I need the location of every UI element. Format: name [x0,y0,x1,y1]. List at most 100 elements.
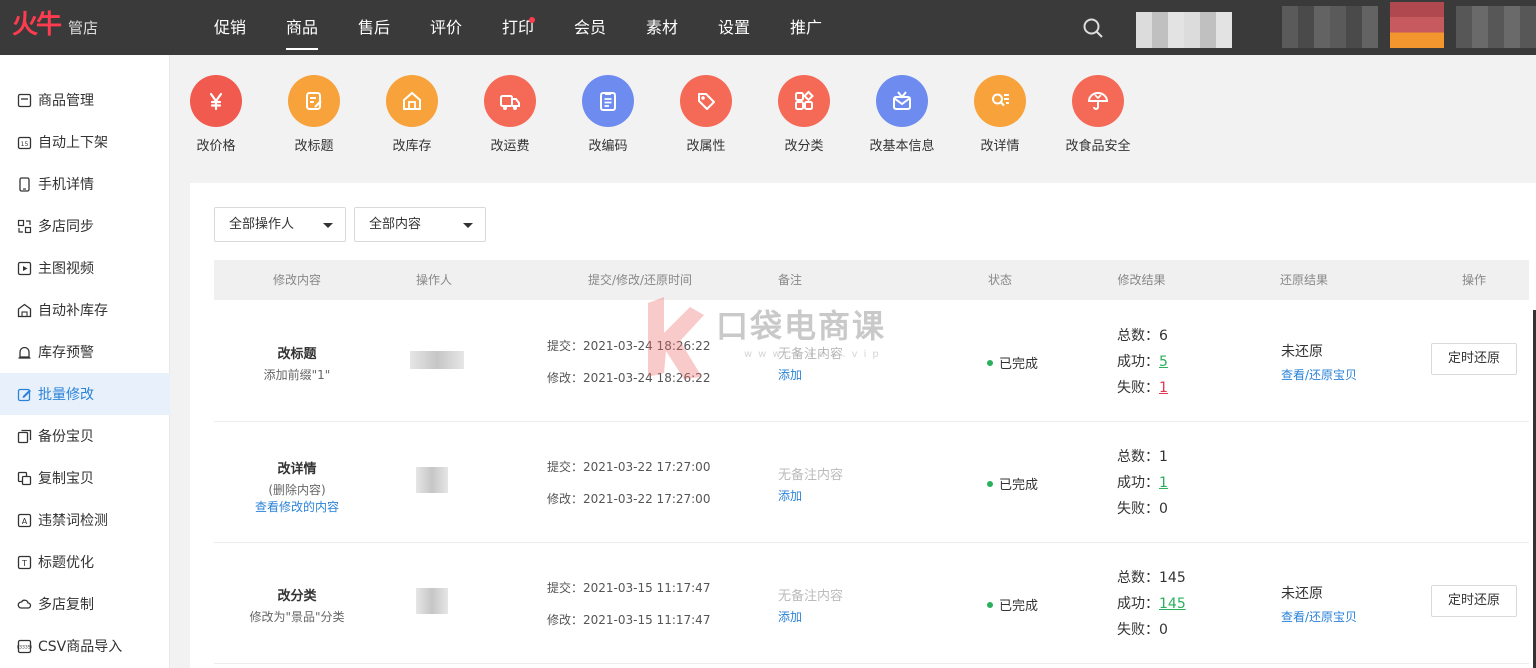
quick-action-circle [974,75,1026,127]
warehouse-icon [17,303,32,317]
total-label: 总数： [1117,449,1159,465]
view-changes-link[interactable]: 查看修改的内容 [214,498,380,515]
category-icon [795,90,814,110]
sidebar-item[interactable]: T 标题优化 [0,541,170,583]
sidebar-item-label: 多店复制 [38,597,94,613]
column-header: 状态 [987,273,1012,287]
fail-count: 0 [1159,622,1168,638]
nav-item-label: 评价 [429,18,462,37]
nav-item[interactable]: 设置 [698,0,770,55]
result-total: 总数：6 [1117,325,1168,345]
phone-icon [19,176,30,192]
sidebar-item[interactable]: 批量修改 [0,373,170,415]
quick-action-button[interactable]: 改编码 [559,75,657,154]
quick-action-label: 改标题 [294,139,334,154]
status-text: 已完成 [999,357,1039,372]
backup-icon [17,429,32,443]
success-label: 成功： [1117,475,1159,491]
modify-description: 修改为"景品"分类 [249,610,345,624]
app-logo[interactable]: 火牛 管店 [12,10,98,40]
title-icon: T [17,555,32,569]
sidebar-item[interactable]: 多店同步 [0,205,170,247]
quick-action-circle [1072,75,1124,127]
fail-label: 失败： [1117,501,1159,517]
sidebar-item-label: 违禁词检测 [38,513,108,529]
view-restore-link[interactable]: 查看/还原宝贝 [1281,366,1357,383]
main-nav: 促销 商品 售后 评价 打印 会员 素材 设置 推广 [194,0,842,55]
add-remark-link[interactable]: 添加 [778,366,802,383]
quick-action-label: 改价格 [196,139,236,154]
quick-action-button[interactable]: 改详情 [951,75,1049,154]
quick-action-button[interactable]: 改价格 [167,75,265,154]
sidebar-item-label: 自动补库存 [38,303,108,319]
quick-action-button[interactable]: 改分类 [755,75,853,154]
sidebar-item[interactable]: 商品管理 [0,79,170,121]
sidebar-item-label: 复制宝贝 [38,471,94,487]
sidebar-item-label: 标题优化 [38,555,94,571]
nav-item[interactable]: 商品 [266,0,338,55]
table-row: 改标题 添加前缀"1" 提交：2021-03-24 18:26:22 修改：2021-… [214,301,1529,422]
nav-item[interactable]: 评价 [410,0,482,55]
result-success: 成功：145 [1117,593,1186,613]
nav-item-label: 商品 [285,18,318,37]
nav-item[interactable]: 打印 [482,0,554,55]
operator-filter-select[interactable]: 全部操作人 [214,207,346,242]
modify-description: 添加前缀"1" [263,368,331,382]
sidebar-item[interactable]: 多店复制 [0,583,170,625]
table-row: 改分类 修改为"景品"分类 提交：2021-03-15 11:17:47 修改：202… [214,543,1529,664]
nav-item-label: 设置 [717,18,750,37]
svg-text:15: 15 [21,141,29,148]
column-header: 修改结果 [1117,273,1166,287]
modify-type: 改标题 [277,347,317,362]
quick-action-button[interactable]: 改基本信息 [853,75,951,154]
avatar[interactable] [1390,2,1444,48]
sidebar-item-label: 手机详情 [38,177,94,193]
quick-action-button[interactable]: 改食品安全 [1049,75,1147,154]
sidebar-item[interactable]: 库存预警 [0,331,170,373]
modify-time: 修改：2021-03-24 18:26:22 [547,371,711,385]
result-total: 总数：145 [1117,567,1186,587]
add-remark-link[interactable]: 添加 [778,608,802,625]
fail-count-link[interactable]: 1 [1159,380,1168,396]
remark-text: 无备注内容 [778,347,844,362]
top-navbar: 火牛 管店 促销 商品 售后 评价 打印 会员 素材 设置 推广 [0,0,1536,55]
quick-action-circle [876,75,928,127]
svg-text:A: A [22,517,28,526]
nav-item[interactable]: 素材 [626,0,698,55]
modify-content-cell: 改标题添加前缀"1" [214,343,380,383]
content-filter-select[interactable]: 全部内容 [354,207,486,242]
sidebar-item[interactable]: 备份宝贝 [0,415,170,457]
operator-filter-value: 全部操作人 [229,217,295,232]
sidebar-item[interactable]: 主图视频 [0,247,170,289]
success-count-link[interactable]: 5 [1159,354,1168,370]
add-remark-link[interactable]: 添加 [778,487,802,504]
umbrella-icon [1087,92,1109,110]
sidebar-item[interactable]: #333SV CSV商品导入 [0,625,170,667]
quick-action-button[interactable]: 改运费 [461,75,559,154]
search-icon[interactable] [1082,17,1104,39]
sidebar-item[interactable]: 复制宝贝 [0,457,170,499]
success-count-link[interactable]: 1 [1159,475,1168,491]
nav-item[interactable]: 售后 [338,0,410,55]
nav-item[interactable]: 促销 [194,0,266,55]
calendar-icon: 15 [17,136,32,149]
sidebar: 商品管理 15 自动上下架手机详情多店同步 主图视频自动补库存库存预警 批量修改 备份宝贝… [0,55,170,668]
quick-action-button[interactable]: 改库存 [363,75,461,154]
quick-action-button[interactable]: 改属性 [657,75,755,154]
svg-text:#333SV: #333SV [17,644,32,650]
scheduled-restore-button[interactable]: 定时还原 [1431,585,1517,617]
nav-item[interactable]: 会员 [554,0,626,55]
sidebar-item[interactable]: A 违禁词检测 [0,499,170,541]
status-text: 已完成 [999,599,1039,614]
status-badge: 已完成 [987,474,1038,493]
sidebar-item[interactable]: 自动补库存 [0,289,170,331]
quick-action-button[interactable]: 改标题 [265,75,363,154]
sidebar-item[interactable]: 15 自动上下架 [0,121,170,163]
sidebar-item-label: CSV商品导入 [38,639,123,655]
remark-text: 无备注内容 [778,589,844,604]
view-restore-link[interactable]: 查看/还原宝贝 [1281,608,1357,625]
nav-item[interactable]: 推广 [770,0,842,55]
scheduled-restore-button[interactable]: 定时还原 [1431,343,1517,375]
sidebar-item[interactable]: 手机详情 [0,163,170,205]
success-count-link[interactable]: 145 [1159,596,1186,612]
